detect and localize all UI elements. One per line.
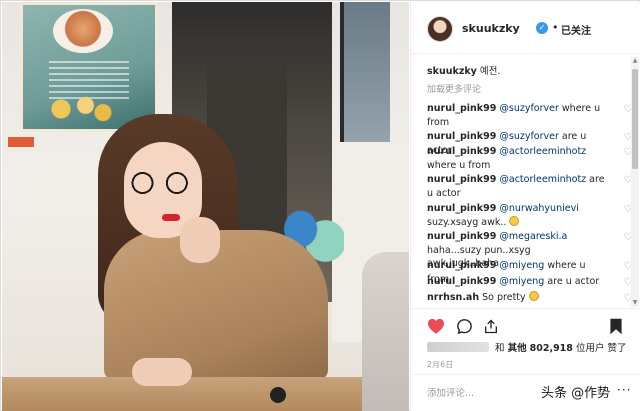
- post-photo[interactable]: [2, 2, 409, 411]
- liker-names-blurred: [427, 342, 489, 352]
- comment-username[interactable]: nurul_pink99: [427, 146, 496, 157]
- smiling-emoji-icon: [528, 291, 539, 301]
- scroll-down-arrow-icon[interactable]: ▼: [631, 299, 639, 307]
- likes-and: 和: [495, 343, 505, 354]
- photo-subject-watch: [270, 387, 286, 403]
- author-avatar[interactable]: [427, 16, 453, 42]
- author-username[interactable]: skuukzky: [462, 22, 520, 35]
- photo-window: [340, 2, 390, 142]
- photo-poster: [20, 2, 158, 132]
- photo-poster-lemons: [47, 91, 117, 127]
- comment-username[interactable]: nurul_pink99: [427, 103, 496, 114]
- comments-scrollbar[interactable]: ▲ ▼: [631, 57, 639, 307]
- following-button[interactable]: 已关注: [561, 22, 591, 37]
- instagram-post-window: skuukzky ✓ • 已关注 skuukzky 예전. 加载更多评论 nur…: [0, 0, 640, 411]
- likes-count[interactable]: 802,918: [530, 343, 573, 354]
- post-caption: skuukzky 예전.: [427, 65, 500, 78]
- save-button[interactable]: [605, 315, 627, 337]
- photo-poster-bowl: [53, 9, 113, 53]
- comment-mention[interactable]: @miyeng: [499, 260, 544, 271]
- post-side-panel: skuukzky ✓ • 已关注 skuukzky 예전. 加载更多评论 nur…: [410, 2, 640, 411]
- comment-text: where u from: [427, 159, 491, 171]
- comment-text: So pretty: [482, 292, 526, 303]
- likes-suffix: 位用户 赞了: [575, 343, 627, 354]
- bookmark-icon: [610, 318, 622, 334]
- more-options-icon[interactable]: ···: [617, 383, 631, 397]
- load-more-comments-link[interactable]: 加载更多评论: [427, 82, 481, 95]
- post-actions-bar: [411, 308, 640, 342]
- likes-others-link[interactable]: 其他: [508, 343, 527, 354]
- header-separator: •: [552, 21, 559, 34]
- comment-button[interactable]: [453, 315, 475, 337]
- comment-mention[interactable]: @nurwahyunievi: [499, 203, 578, 214]
- toutiao-watermark: 头条 @作势: [541, 386, 611, 401]
- comment-username[interactable]: nurul_pink99: [427, 231, 496, 242]
- comment-text: suzy.xsayg awk..: [427, 216, 507, 228]
- comment-mention[interactable]: @suzyforver: [499, 131, 559, 142]
- photo-subject-hand-on-table: [132, 358, 192, 386]
- scroll-up-arrow-icon[interactable]: ▲: [631, 57, 639, 65]
- heart-filled-icon: [428, 318, 444, 334]
- post-date[interactable]: 2月6日: [427, 359, 454, 370]
- comment-username[interactable]: nurul_pink99: [427, 174, 496, 185]
- comment-mention[interactable]: @megareski.a: [499, 231, 567, 242]
- verified-badge-icon: ✓: [536, 22, 548, 34]
- caption-text: 예전.: [479, 66, 501, 77]
- photo-exit-sign: [8, 137, 34, 147]
- comment-item: nurul_pink99 @miyeng are u actor ♡: [427, 275, 633, 289]
- comments-list[interactable]: skuukzky 예전. 加载更多评论 nurul_pink99 @suzyfo…: [411, 55, 633, 307]
- comment-username[interactable]: nrrhsn.ah: [427, 292, 479, 303]
- comment-mention[interactable]: @suzyforver: [499, 103, 559, 114]
- likes-summary: 和 其他 802,918 位用户 赞了: [427, 340, 626, 354]
- photo-subject-lips: [162, 214, 180, 221]
- photo-subject-glasses: [128, 172, 194, 194]
- like-button[interactable]: [425, 315, 447, 337]
- comment-item: nurul_pink99 @suzyforver where u from ♡: [427, 102, 633, 129]
- share-icon: [485, 319, 497, 333]
- caption-username[interactable]: skuukzky: [427, 66, 477, 77]
- comment-username[interactable]: nurul_pink99: [427, 131, 496, 142]
- post-header: skuukzky ✓ • 已关注: [411, 2, 640, 54]
- comment-item: nurul_pink99 @actorleeminhotz are u acto…: [427, 173, 633, 200]
- grinning-emoji-icon: [509, 215, 520, 226]
- comment-icon: [456, 318, 472, 334]
- comment-mention[interactable]: @actorleeminhotz: [499, 174, 586, 185]
- photo-table: [2, 377, 409, 411]
- photo-subject-hand: [180, 217, 220, 263]
- share-button[interactable]: [480, 315, 502, 337]
- photo-background-person: [362, 252, 409, 411]
- comment-item: nrrhsn.ah So pretty ♡: [427, 291, 633, 305]
- comment-username[interactable]: nurul_pink99: [427, 276, 496, 287]
- comment-item: nurul_pink99 @nurwahyunievi suzy.xsayg a…: [427, 202, 633, 229]
- comment-username[interactable]: nurul_pink99: [427, 260, 496, 271]
- comment-mention[interactable]: @actorleeminhotz: [499, 146, 586, 157]
- scrollbar-thumb[interactable]: [632, 69, 638, 169]
- comment-item: nurul_pink99 @actorleeminhotz where u fr…: [427, 145, 633, 172]
- comment-text: are u actor: [544, 276, 600, 287]
- comment-username[interactable]: nurul_pink99: [427, 203, 496, 214]
- comment-mention[interactable]: @miyeng: [499, 276, 544, 287]
